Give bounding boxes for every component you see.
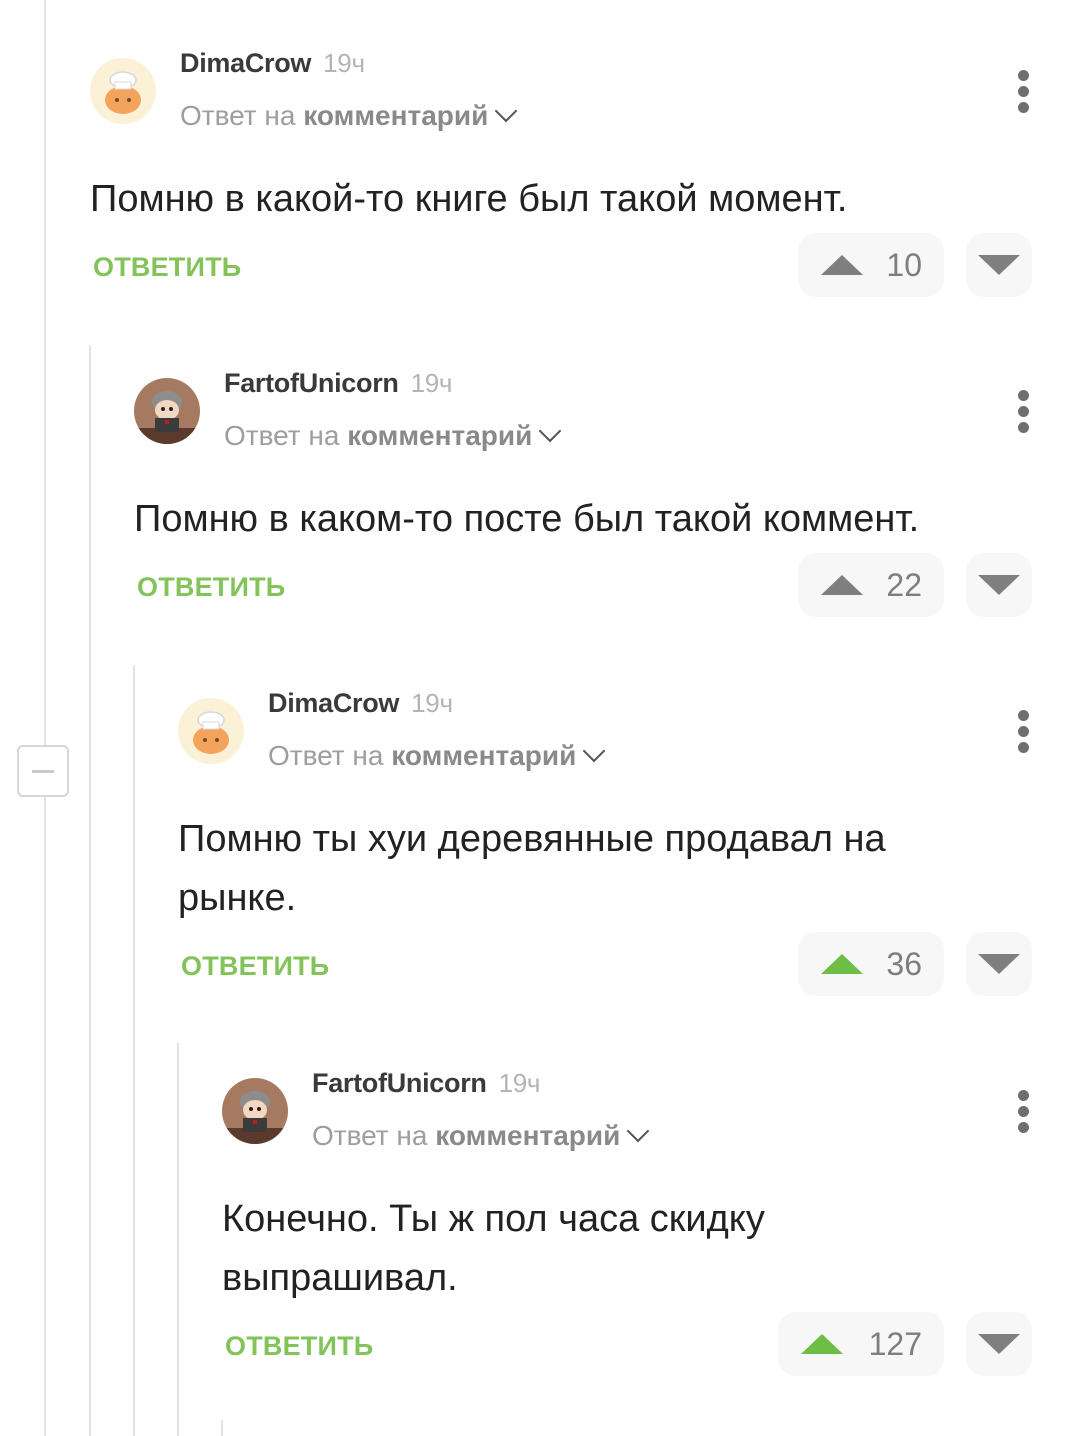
timestamp: 19ч bbox=[410, 368, 453, 398]
timestamp: 19ч bbox=[323, 48, 365, 78]
upvote-button[interactable]: 22 bbox=[798, 553, 944, 617]
reply-reference[interactable]: Ответ на комментарий bbox=[268, 739, 606, 772]
avatar[interactable] bbox=[90, 58, 156, 124]
downvote-icon bbox=[978, 255, 1020, 275]
thread-line-level-4 bbox=[221, 1420, 223, 1436]
reply-button[interactable]: ОТВЕТИТЬ bbox=[93, 252, 241, 283]
rating-count: 127 bbox=[868, 1325, 922, 1362]
comment-text: Помню в какой-то книге был такой момент. bbox=[90, 178, 848, 220]
comment: DimaCrow 19ч Ответ на комментарий Помню в… bbox=[90, 0, 1080, 320]
thread-line-level-2 bbox=[133, 665, 135, 1436]
comment-text: Конечно. Ты ж пол часа скидку выпрашивал… bbox=[222, 1198, 765, 1299]
chef-avatar-icon bbox=[178, 698, 244, 764]
downvote-button[interactable] bbox=[966, 1312, 1032, 1376]
reply-button[interactable]: ОТВЕТИТЬ bbox=[137, 572, 285, 603]
thread-line-level-1 bbox=[89, 345, 91, 1436]
collapse-thread-icon[interactable] bbox=[17, 745, 69, 797]
chevron-down-icon[interactable] bbox=[495, 99, 518, 123]
reply-button[interactable]: ОТВЕТИТЬ bbox=[225, 1331, 373, 1362]
comment-text: Помню ты хуи деревянные продавал на рынк… bbox=[178, 818, 886, 919]
username-label: DimaCrow bbox=[268, 688, 400, 718]
username-label: DimaCrow bbox=[180, 48, 312, 78]
upvote-button[interactable]: 127 bbox=[778, 1312, 944, 1376]
comment: FartofUnicorn 19ч Ответ на комментарий По… bbox=[134, 320, 1080, 640]
reply-reference[interactable]: Ответ на комментарий bbox=[180, 99, 518, 132]
rating-count: 36 bbox=[886, 945, 922, 982]
more-options-icon[interactable] bbox=[1018, 70, 1030, 114]
cartoon-character-avatar-icon bbox=[134, 378, 200, 444]
comment: DimaCrow 19ч Ответ на комментарий Помню т… bbox=[178, 640, 1080, 1020]
avatar[interactable] bbox=[134, 378, 200, 444]
username[interactable]: DimaCrow 19ч bbox=[268, 688, 453, 719]
cartoon-character-avatar-icon bbox=[222, 1078, 288, 1144]
reply-prefix: Ответ на bbox=[224, 420, 340, 451]
reply-target: комментарий bbox=[303, 100, 489, 131]
chef-avatar-icon bbox=[90, 58, 156, 124]
thread-line-level-0 bbox=[44, 0, 46, 1436]
upvote-button[interactable]: 36 bbox=[798, 932, 944, 996]
username[interactable]: DimaCrow 19ч bbox=[180, 48, 365, 79]
upvote-button[interactable]: 10 bbox=[798, 233, 944, 297]
reply-button[interactable]: ОТВЕТИТЬ bbox=[181, 951, 329, 982]
comment-text: Помню в каком-то посте был такой коммент… bbox=[134, 498, 920, 540]
reply-target: комментарий bbox=[391, 740, 577, 771]
username[interactable]: FartofUnicorn 19ч bbox=[312, 1068, 540, 1099]
downvote-button[interactable] bbox=[966, 233, 1032, 297]
reply-prefix: Ответ на bbox=[312, 1120, 428, 1151]
rating-count: 22 bbox=[886, 566, 922, 603]
timestamp: 19ч bbox=[498, 1068, 541, 1098]
downvote-button[interactable] bbox=[966, 553, 1032, 617]
reply-target: комментарий bbox=[435, 1120, 621, 1151]
downvote-icon bbox=[978, 1334, 1020, 1354]
reply-reference[interactable]: Ответ на комментарий bbox=[312, 1119, 650, 1152]
upvote-icon bbox=[821, 954, 863, 974]
downvote-icon bbox=[978, 575, 1020, 595]
chevron-down-icon[interactable] bbox=[583, 739, 606, 763]
rating-count: 10 bbox=[886, 246, 922, 283]
reply-reference[interactable]: Ответ на комментарий bbox=[224, 419, 562, 452]
avatar[interactable] bbox=[222, 1078, 288, 1144]
more-options-icon[interactable] bbox=[1018, 710, 1030, 754]
username-label: FartofUnicorn bbox=[224, 368, 399, 398]
upvote-icon bbox=[821, 575, 863, 595]
more-options-icon[interactable] bbox=[1018, 1090, 1030, 1134]
comment: FartofUnicorn 19ч Ответ на комментарий Ко… bbox=[222, 1020, 1080, 1420]
username-label: FartofUnicorn bbox=[312, 1068, 487, 1098]
upvote-icon bbox=[821, 255, 863, 275]
reply-target: комментарий bbox=[347, 420, 533, 451]
chevron-down-icon[interactable] bbox=[539, 419, 562, 443]
reply-prefix: Ответ на bbox=[268, 740, 384, 771]
downvote-icon bbox=[978, 954, 1020, 974]
username[interactable]: FartofUnicorn 19ч bbox=[224, 368, 452, 399]
thread-line-level-3 bbox=[177, 1043, 179, 1436]
timestamp: 19ч bbox=[411, 688, 453, 718]
chevron-down-icon[interactable] bbox=[627, 1119, 650, 1143]
upvote-icon bbox=[801, 1334, 843, 1354]
avatar[interactable] bbox=[178, 698, 244, 764]
reply-prefix: Ответ на bbox=[180, 100, 296, 131]
downvote-button[interactable] bbox=[966, 932, 1032, 996]
more-options-icon[interactable] bbox=[1018, 390, 1030, 434]
